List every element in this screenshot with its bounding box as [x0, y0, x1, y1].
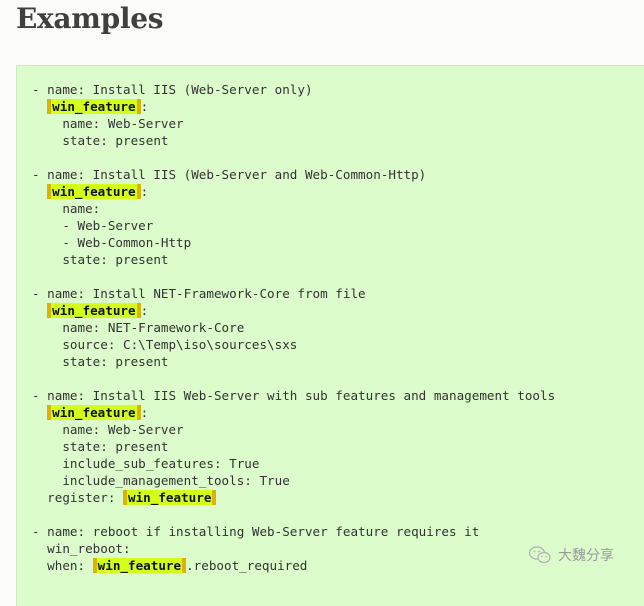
code-line: source: C:\Temp\iso\sources\sxs: [32, 336, 555, 353]
code-line: - Web-Common-Http: [32, 234, 555, 251]
code-text: :: [140, 184, 149, 199]
code-line: include_sub_features: True: [32, 455, 555, 472]
code-text: include_sub_features: True: [32, 456, 260, 471]
code-text: - name: Install IIS (Web-Server and Web-…: [32, 167, 427, 182]
code-text: .reboot_required: [186, 558, 308, 573]
code-line: - name: Install IIS (Web-Server and Web-…: [32, 166, 555, 183]
code-text: include_management_tools: True: [32, 473, 290, 488]
code-line: name: NET-Framework-Core: [32, 319, 555, 336]
code-text: name:: [32, 201, 101, 216]
highlighted-keyword: win_feature: [47, 405, 141, 420]
code-text: source: C:\Temp\iso\sources\sxs: [32, 337, 298, 352]
code-text: :: [140, 405, 149, 420]
code-line: win_feature:: [32, 404, 555, 421]
code-line: - name: Install IIS Web-Server with sub …: [32, 387, 555, 404]
code-text: state: present: [32, 439, 169, 454]
code-line: state: present: [32, 251, 555, 268]
watermark-text: 大魏分享: [558, 548, 614, 564]
code-text: register:: [32, 490, 123, 505]
code-line: name: Web-Server: [32, 115, 555, 132]
code-text: - name: Install IIS (Web-Server only): [32, 82, 313, 97]
highlighted-keyword: win_feature: [47, 184, 141, 199]
code-line: register: win_feature: [32, 489, 555, 506]
code-line: win_feature:: [32, 98, 555, 115]
highlighted-keyword: win_feature: [123, 490, 217, 505]
highlighted-keyword: win_feature: [47, 99, 141, 114]
code-line: state: present: [32, 132, 555, 149]
code-line: state: present: [32, 438, 555, 455]
code-line: when: win_feature .reboot_required: [32, 557, 555, 574]
code-text: - name: Install IIS Web-Server with sub …: [32, 388, 556, 403]
code-text: name: NET-Framework-Core: [32, 320, 245, 335]
code-text: :: [140, 303, 149, 318]
code-text: state: present: [32, 354, 169, 369]
code-text: - Web-Server: [32, 218, 154, 233]
code-text: state: present: [32, 133, 169, 148]
wechat-icon: [528, 546, 551, 564]
page-title: Examples: [16, 2, 164, 35]
code-line: - Web-Server: [32, 217, 555, 234]
code-text: win_reboot:: [32, 541, 131, 556]
code-text: state: present: [32, 252, 169, 267]
code-line: - name: Install NET-Framework-Core from …: [32, 285, 555, 302]
watermark: 大魏分享: [528, 545, 614, 565]
code-line: win_feature:: [32, 183, 555, 200]
code-text: name: Web-Server: [32, 116, 184, 131]
code-line: win_reboot:: [32, 540, 555, 557]
code-text: name: Web-Server: [32, 422, 184, 437]
code-line: - name: reboot if installing Web-Server …: [32, 523, 555, 540]
code-text: when:: [32, 558, 93, 573]
code-line: name: Web-Server: [32, 421, 555, 438]
code-text: :: [140, 99, 149, 114]
code-line: state: present: [32, 353, 555, 370]
code-line: name:: [32, 200, 555, 217]
highlighted-keyword: win_feature: [47, 303, 141, 318]
code-block: - name: Install IIS (Web-Server only) wi…: [32, 81, 555, 574]
code-text: - name: Install NET-Framework-Core from …: [32, 286, 366, 301]
code-text: - Web-Common-Http: [32, 235, 192, 250]
code-line: - name: Install IIS (Web-Server only): [32, 81, 555, 98]
code-line: win_feature:: [32, 302, 555, 319]
highlighted-keyword: win_feature: [92, 558, 187, 573]
code-line: include_management_tools: True: [32, 472, 555, 489]
code-text: - name: reboot if installing Web-Server …: [32, 524, 480, 539]
